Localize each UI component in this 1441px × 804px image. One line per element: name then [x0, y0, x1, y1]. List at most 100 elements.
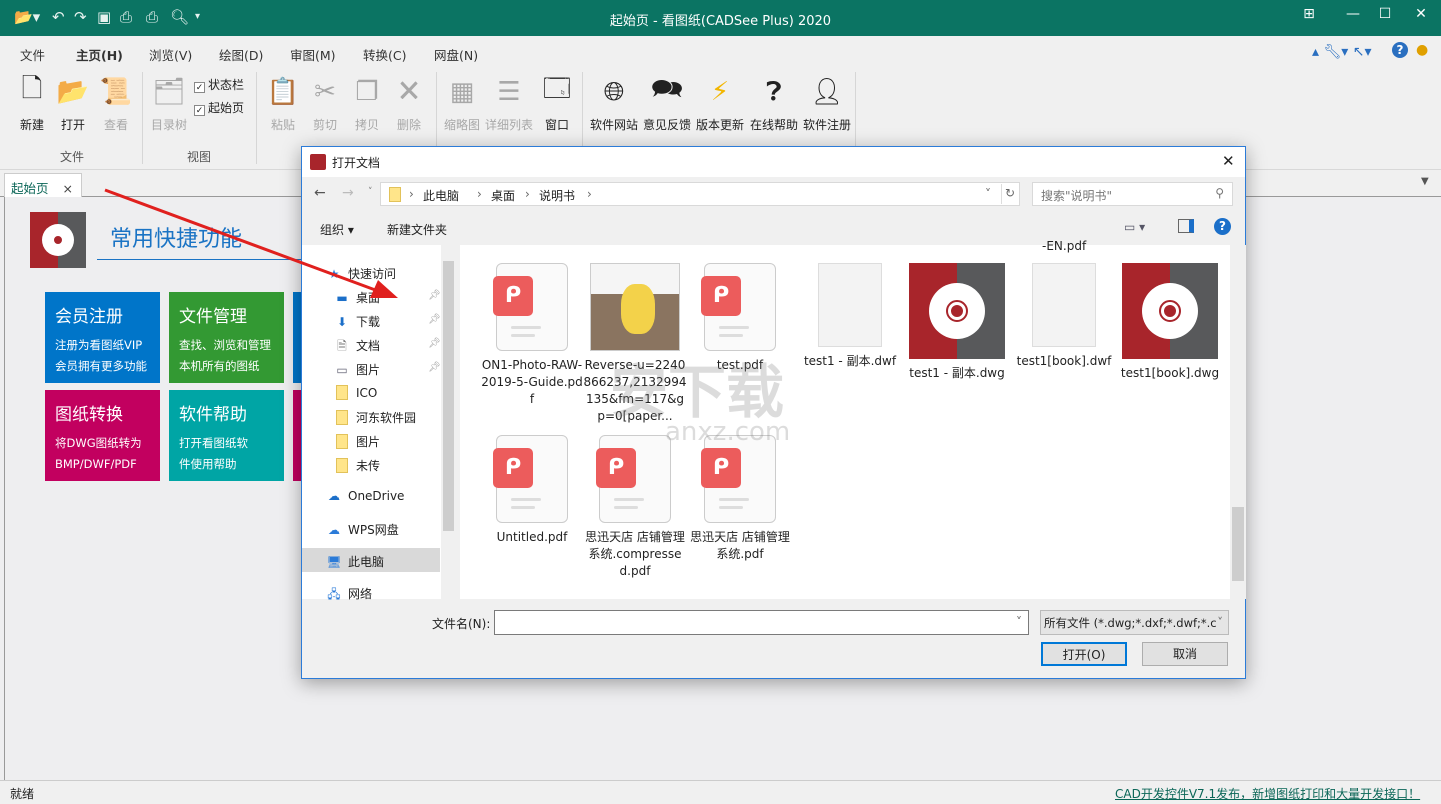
nav-network[interactable]: 🖧 网络 — [326, 585, 372, 606]
new-folder-button[interactable]: 新建文件夹 — [387, 221, 447, 238]
tab-draw[interactable]: 绘图(D) — [219, 45, 263, 64]
breadcrumb-item[interactable]: 说明书 — [539, 187, 575, 204]
forward-icon[interactable]: → — [342, 185, 354, 201]
dialog-close-button[interactable]: ✕ — [1222, 152, 1235, 170]
tab-start-page[interactable]: 起始页 × — [4, 173, 82, 197]
tile-software-help[interactable]: 软件帮助 打开看图纸软 件使用帮助 — [169, 390, 284, 481]
nav-scrollbar[interactable] — [441, 245, 456, 599]
nav-desktop[interactable]: ▬ 桌面 — [334, 289, 380, 306]
file-scrollbar[interactable] — [1230, 245, 1246, 599]
tile-drawing-convert[interactable]: 图纸转换 将DWG图纸转为 BMP/DWF/PDF — [45, 390, 160, 481]
dialog-title: 打开文档 — [332, 156, 381, 170]
user-icon[interactable]: ● — [1416, 42, 1428, 58]
tab-list-dropdown-icon[interactable]: ▼ — [1421, 176, 1429, 187]
nav-documents[interactable]: 🗎 文档 — [334, 337, 380, 358]
nav-scrollbar-thumb[interactable] — [443, 261, 454, 531]
preview-pane-icon[interactable] — [1178, 219, 1194, 233]
refresh-icon[interactable]: ↻ — [1005, 186, 1015, 200]
nav-folder[interactable]: 河东软件园 — [334, 409, 416, 426]
feedback-button[interactable]: 🗪 意见反馈 — [643, 74, 691, 133]
tree-button[interactable]: 🗂 目录树 — [149, 74, 189, 133]
website-button[interactable]: 🌐︎ 软件网站 — [590, 74, 638, 133]
minimize-button[interactable]: — — [1338, 6, 1368, 22]
address-dropdown-icon[interactable]: ˅ — [985, 187, 991, 201]
tile-member-register[interactable]: 会员注册 注册为看图纸VIP 会员拥有更多功能 — [45, 292, 160, 383]
tab-cloud[interactable]: 网盘(N) — [434, 45, 478, 64]
nav-quick-access[interactable]: ★ 快速访问 — [326, 265, 396, 282]
file-type-select[interactable]: 所有文件 (*.dwg;*.dxf;*.dwf;*.c ˅ — [1040, 610, 1229, 635]
watermark-url: anxz.com — [665, 417, 791, 447]
page-heading: 常用快捷功能 — [110, 227, 243, 252]
maximize-button[interactable]: ☐ — [1370, 6, 1400, 22]
heading-underline — [97, 259, 307, 260]
startpage-checkbox[interactable]: ✓ 起始页 — [194, 99, 244, 116]
close-button[interactable]: ✕ — [1406, 6, 1436, 22]
recent-dropdown-icon[interactable]: ˅ — [368, 187, 373, 197]
file-item[interactable]: test1 - 副本.dwg — [905, 263, 1009, 382]
window-icon: 🗔 — [542, 74, 572, 104]
group-label-view: 视图 — [187, 150, 212, 164]
restore-layout-icon[interactable]: ⊞ — [1294, 6, 1324, 22]
breadcrumb-item[interactable]: 此电脑 — [423, 187, 459, 204]
desktop-icon: ▬ — [336, 291, 348, 305]
close-tab-icon[interactable]: × — [63, 181, 73, 196]
tab-convert[interactable]: 转换(C) — [363, 45, 406, 64]
picture-icon: ▭ — [336, 363, 348, 377]
window-button[interactable]: 🗔 窗口 — [537, 74, 577, 133]
file-item[interactable]: ᑭ 思迅天店 店铺管理系统.compressed.pdf — [583, 435, 687, 580]
delete-button[interactable]: 🗙 删除 — [389, 74, 429, 133]
file-name: test1[book].dwf — [1016, 354, 1112, 368]
nav-onedrive[interactable]: ☁ OneDrive — [326, 489, 404, 503]
pdf-file-icon: ᑭ — [596, 435, 671, 523]
nav-downloads[interactable]: ⬇ 下载 — [334, 313, 380, 330]
address-bar[interactable]: › 此电脑 › 桌面 › 说明书 › ˅ ↻ — [380, 182, 1020, 206]
file-item[interactable]: ᑭ Untitled.pdf — [480, 435, 584, 546]
file-label-partial: -EN.pdf — [1042, 239, 1087, 253]
nav-folder[interactable]: 图片 — [334, 433, 380, 450]
globe-icon: 🌐︎ — [603, 76, 625, 107]
nav-wps-cloud[interactable]: ☁ WPS网盘 — [326, 521, 399, 538]
wps-cloud-icon: ☁ — [328, 523, 340, 537]
file-scrollbar-thumb[interactable] — [1232, 507, 1244, 581]
nav-folder-ico[interactable]: ICO — [334, 385, 377, 400]
breadcrumb-item[interactable]: 桌面 — [491, 187, 515, 204]
help-icon[interactable]: ? — [1392, 42, 1408, 58]
file-name: test1 - 副本.dwg — [909, 366, 1005, 380]
online-help-button[interactable]: ❓︎ 在线帮助 — [750, 74, 798, 133]
file-item[interactable]: ᑭ ON1-Photo-RAW-2019-5-Guide.pdf — [480, 263, 584, 408]
tab-file[interactable]: 文件 — [20, 45, 45, 64]
tile-file-management[interactable]: 文件管理 查找、浏览和管理 本机所有的图纸 — [169, 292, 284, 383]
nav-pictures[interactable]: ▭ 图片 — [334, 361, 380, 378]
file-item[interactable]: test1 - 副本.dwf — [798, 263, 902, 370]
news-link[interactable]: CAD开发控件V7.1发布，新增图纸打印和大量开发接口！ — [1115, 785, 1420, 802]
cancel-button[interactable]: 取消 — [1142, 642, 1228, 666]
statusbar-checkbox[interactable]: ✓ 状态栏 — [194, 76, 244, 93]
folder-icon — [389, 187, 401, 202]
register-button[interactable]: 👤︎ 软件注册 — [803, 74, 851, 133]
back-icon[interactable]: ← — [314, 185, 326, 201]
wrench-icon[interactable]: ▴ 🔧︎▾ ↖▾ — [1312, 44, 1372, 60]
tab-review[interactable]: 审图(M) — [290, 45, 336, 64]
file-item[interactable]: ᑭ 思迅天店 店铺管理系统.pdf — [688, 435, 792, 563]
view-button[interactable]: 📜 查看 — [96, 74, 136, 133]
folder-icon — [336, 458, 348, 473]
tab-browse[interactable]: 浏览(V) — [149, 45, 192, 64]
help-icon[interactable]: ? — [1214, 218, 1231, 235]
update-button[interactable]: ⚡︎ 版本更新 — [696, 74, 744, 133]
organize-button[interactable]: 组织 ▾ — [320, 221, 354, 238]
nav-this-pc[interactable]: 🖥︎ 此电脑 — [326, 553, 384, 570]
view-options-icon[interactable]: ▭ ▾ — [1124, 220, 1145, 234]
nav-folder[interactable]: 未传 — [334, 457, 380, 474]
file-item[interactable]: test1[book].dwg — [1118, 263, 1222, 382]
thumbnail-button[interactable]: ▦ 缩略图 — [442, 74, 482, 133]
filename-input[interactable]: ˅ — [494, 610, 1029, 635]
open-button[interactable]: 打开(O) — [1041, 642, 1127, 666]
cloud-icon: ☁ — [328, 489, 340, 503]
network-icon: 🖧 — [327, 587, 341, 601]
search-input[interactable]: 搜索"说明书" ⚲ — [1032, 182, 1233, 206]
file-name: 思迅天店 店铺管理系统.pdf — [690, 530, 790, 561]
detail-list-button[interactable]: ☰ 详细列表 — [485, 74, 533, 133]
file-item[interactable]: test1[book].dwf — [1012, 263, 1116, 370]
register-user-icon: 👤︎ — [810, 77, 844, 107]
dialog-title-bar: 打开文档 ✕ — [302, 147, 1245, 177]
